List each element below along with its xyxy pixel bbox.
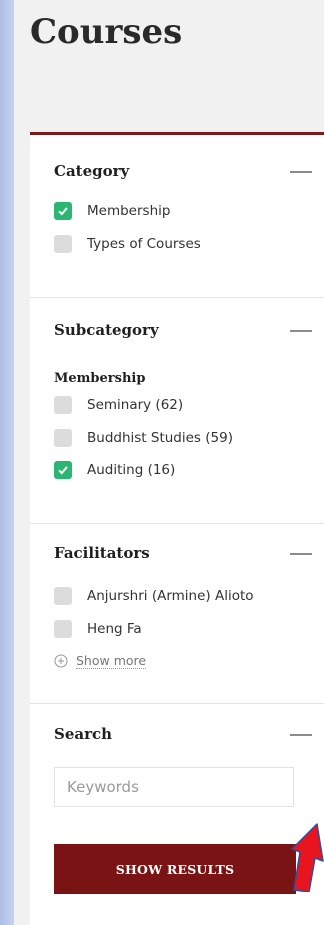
page: Courses Category Membership Types of Cou… xyxy=(14,0,324,925)
checkbox-checked-icon[interactable] xyxy=(54,202,72,220)
annotation-arrow-icon xyxy=(291,823,324,892)
facilitator-option-anjurshri[interactable]: Anjurshri (Armine) Alioto xyxy=(54,586,254,606)
checkbox-icon[interactable] xyxy=(54,429,72,447)
category-title: Category xyxy=(54,162,130,180)
facilitator-option-heng-fa[interactable]: Heng Fa xyxy=(54,619,142,639)
search-section: Search SHOW RESULTS xyxy=(30,703,324,925)
filter-panel: Category Membership Types of Courses Sub… xyxy=(30,132,324,925)
category-collapse-button[interactable] xyxy=(290,171,312,173)
page-title: Courses xyxy=(30,12,183,52)
category-option-types-of-courses[interactable]: Types of Courses xyxy=(54,234,201,254)
option-label: Membership xyxy=(87,203,171,219)
show-results-button[interactable]: SHOW RESULTS xyxy=(54,844,296,894)
subcategory-option-buddhist-studies[interactable]: Buddhist Studies (59) xyxy=(54,428,233,448)
show-more-label: Show more xyxy=(76,653,147,669)
subcategory-option-seminary[interactable]: Seminary (62) xyxy=(54,395,183,415)
search-collapse-button[interactable] xyxy=(290,734,312,736)
search-title: Search xyxy=(54,725,113,743)
option-label: Auditing (16) xyxy=(87,462,176,478)
subcategory-title: Subcategory xyxy=(54,321,159,339)
subcategory-collapse-button[interactable] xyxy=(290,330,312,332)
subcategory-option-auditing[interactable]: Auditing (16) xyxy=(54,460,175,480)
plus-circle-icon xyxy=(54,654,68,668)
option-label: Anjurshri (Armine) Alioto xyxy=(87,588,254,604)
checkbox-icon[interactable] xyxy=(54,396,72,414)
facilitators-collapse-button[interactable] xyxy=(290,553,312,555)
option-label: Types of Courses xyxy=(87,236,201,252)
checkbox-icon[interactable] xyxy=(54,620,72,638)
checkbox-icon[interactable] xyxy=(54,587,72,605)
subcategory-group-label: Membership xyxy=(54,371,146,386)
option-label: Seminary (62) xyxy=(87,397,184,413)
keywords-input[interactable] xyxy=(54,767,294,807)
show-more-link[interactable]: Show more xyxy=(54,653,147,669)
option-label: Heng Fa xyxy=(87,621,142,637)
subcategory-section: Subcategory Membership Seminary (62) Bud… xyxy=(30,297,324,524)
option-label: Buddhist Studies (59) xyxy=(87,430,233,446)
checkbox-icon[interactable] xyxy=(54,235,72,253)
checkbox-checked-icon[interactable] xyxy=(54,461,72,479)
facilitators-section: Facilitators Anjurshri (Armine) Alioto H… xyxy=(30,523,324,704)
category-section: Category Membership Types of Courses xyxy=(30,135,324,298)
category-option-membership[interactable]: Membership xyxy=(54,201,170,221)
facilitators-title: Facilitators xyxy=(54,544,150,562)
